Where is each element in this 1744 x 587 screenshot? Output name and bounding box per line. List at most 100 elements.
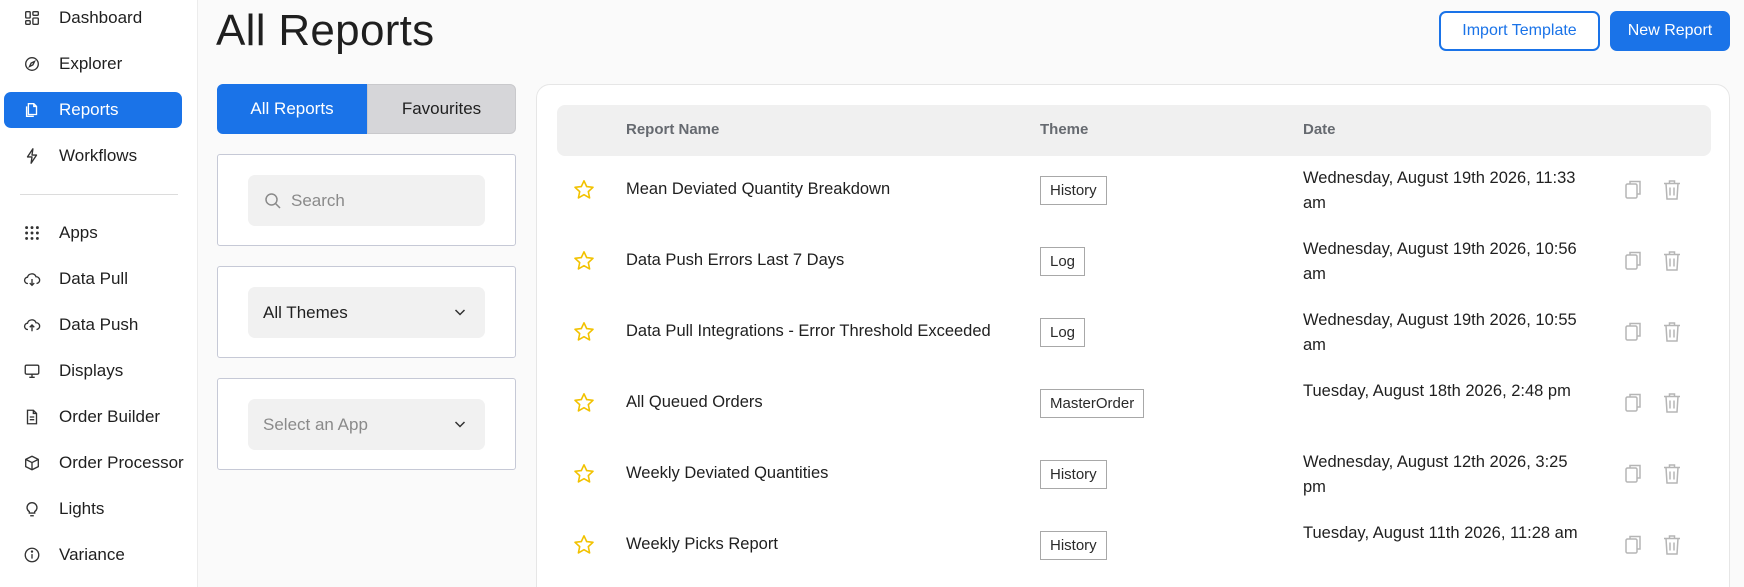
search-icon xyxy=(263,191,283,211)
chevron-down-icon xyxy=(453,305,467,319)
table-row[interactable]: Weekly Picks Report History Tuesday, Augus… xyxy=(537,511,1731,582)
page-title: All Reports xyxy=(216,6,435,55)
app-select-placeholder: Select an App xyxy=(263,414,368,434)
date-cell: Wednesday, August 19th 2026, 11:33 am xyxy=(1303,169,1576,212)
column-header-theme[interactable]: Theme xyxy=(1040,121,1088,138)
tab-favourites[interactable]: Favourites xyxy=(367,84,516,134)
sidebar-item-label: Workflows xyxy=(59,146,138,165)
column-header-date[interactable]: Date xyxy=(1303,121,1336,138)
theme-badge: History xyxy=(1040,531,1107,560)
search-input[interactable]: Search xyxy=(248,175,485,226)
report-name-cell[interactable]: Weekly Picks Report xyxy=(626,535,778,554)
import-template-button[interactable]: Import Template xyxy=(1439,11,1600,51)
sidebar-item-label: Data Push xyxy=(59,315,139,334)
app-filter-panel: Select an App xyxy=(217,378,516,470)
sidebar-item-explorer[interactable]: Explorer xyxy=(4,46,182,82)
sidebar-item-variance[interactable]: Variance xyxy=(4,537,182,573)
sidebar-item-data-pull[interactable]: Data Pull xyxy=(4,261,182,297)
monitor-icon xyxy=(22,361,42,381)
dashboard-icon xyxy=(22,8,42,28)
chevron-down-icon xyxy=(453,417,467,431)
report-name-cell[interactable]: Weekly Deviated Quantities xyxy=(626,464,828,483)
theme-badge: Log xyxy=(1040,247,1086,276)
sidebar-item-dashboard[interactable]: Dashboard xyxy=(4,0,182,36)
table-header: Report Name Theme Date xyxy=(557,105,1711,156)
copy-icon[interactable] xyxy=(1622,462,1644,486)
sidebar-item-label: Displays xyxy=(59,361,124,380)
trash-icon[interactable] xyxy=(1661,320,1683,344)
sidebar-item-label: Lights xyxy=(59,499,105,518)
trash-icon[interactable] xyxy=(1661,462,1683,486)
search-placeholder: Search xyxy=(291,190,345,210)
reports-table-card: Report Name Theme Date Mean Deviated Qua… xyxy=(536,84,1730,587)
theme-badge: History xyxy=(1040,460,1107,489)
sidebar-item-apps[interactable]: Apps xyxy=(4,215,182,251)
star-icon[interactable] xyxy=(572,320,596,344)
sidebar-item-label: Order Builder xyxy=(59,407,161,426)
trash-icon[interactable] xyxy=(1661,533,1683,557)
new-report-button[interactable]: New Report xyxy=(1610,11,1730,51)
date-cell: Tuesday, August 11th 2026, 11:28 am xyxy=(1303,524,1578,542)
theme-select[interactable]: All Themes xyxy=(248,287,485,338)
sidebar-item-reports[interactable]: Reports xyxy=(4,92,182,128)
table-row[interactable]: All Queued Orders MasterOrder Tuesday, Aug… xyxy=(537,369,1731,440)
trash-icon[interactable] xyxy=(1661,178,1683,202)
star-icon[interactable] xyxy=(572,178,596,202)
sidebar-item-workflows[interactable]: Workflows xyxy=(4,138,182,174)
trash-icon[interactable] xyxy=(1661,249,1683,273)
star-icon[interactable] xyxy=(572,391,596,415)
sidebar-item-lights[interactable]: Lights xyxy=(4,491,182,527)
copy-icon[interactable] xyxy=(1622,391,1644,415)
theme-filter-panel: All Themes xyxy=(217,266,516,358)
sidebar-item-data-push[interactable]: Data Push xyxy=(4,307,182,343)
table-row[interactable]: Weekly Deviated Quantities History Wednesd… xyxy=(537,440,1731,511)
copy-icon[interactable] xyxy=(1622,533,1644,557)
theme-select-value: All Themes xyxy=(263,302,348,322)
theme-badge: Log xyxy=(1040,318,1086,347)
trash-icon[interactable] xyxy=(1661,391,1683,415)
sidebar-item-order-processor[interactable]: Order Processor xyxy=(4,445,184,481)
reports-icon xyxy=(22,100,42,120)
date-cell: Tuesday, August 18th 2026, 2:48 pm xyxy=(1303,382,1571,400)
compass-icon xyxy=(22,54,42,74)
column-header-report-name[interactable]: Report Name xyxy=(626,121,719,138)
sidebar-item-label: Explorer xyxy=(59,54,123,73)
sidebar-item-displays[interactable]: Displays xyxy=(4,353,182,389)
cloud-download-icon xyxy=(22,269,42,289)
sidebar-item-label: Variance xyxy=(59,545,125,564)
copy-icon[interactable] xyxy=(1622,320,1644,344)
cloud-upload-icon xyxy=(22,315,42,335)
report-name-cell[interactable]: Data Push Errors Last 7 Days xyxy=(626,251,844,270)
report-name-cell[interactable]: All Queued Orders xyxy=(626,393,763,412)
star-icon[interactable] xyxy=(572,462,596,486)
table-row[interactable]: Data Push Errors Last 7 Days Log Wednesday… xyxy=(537,227,1731,298)
report-name-cell[interactable]: Mean Deviated Quantity Breakdown xyxy=(626,180,890,199)
date-cell: Wednesday, August 19th 2026, 10:56 am xyxy=(1303,240,1577,283)
sidebar-item-label: Reports xyxy=(59,100,119,119)
box-icon xyxy=(22,453,42,473)
date-cell: Wednesday, August 12th 2026, 3:25 pm xyxy=(1303,453,1568,496)
sidebar-item-order-builder[interactable]: Order Builder xyxy=(4,399,182,435)
lightbulb-icon xyxy=(22,499,42,519)
sidebar-item-label: Dashboard xyxy=(59,8,143,27)
info-icon xyxy=(22,545,42,565)
tab-all-reports[interactable]: All Reports xyxy=(217,84,367,134)
sidebar-item-label: Apps xyxy=(59,223,98,242)
star-icon[interactable] xyxy=(572,533,596,557)
apps-grid-icon xyxy=(22,223,42,243)
app-select[interactable]: Select an App xyxy=(248,399,485,450)
sidebar-divider xyxy=(20,194,178,195)
lightning-icon xyxy=(22,146,42,166)
table-row[interactable]: Mean Deviated Quantity Breakdown History W… xyxy=(537,156,1731,227)
table-row[interactable]: Data Pull Integrations - Error Threshold… xyxy=(537,298,1731,369)
theme-badge: History xyxy=(1040,176,1107,205)
copy-icon[interactable] xyxy=(1622,178,1644,202)
sidebar-item-label: Data Pull xyxy=(59,269,128,288)
copy-icon[interactable] xyxy=(1622,249,1644,273)
search-panel: Search xyxy=(217,154,516,246)
sidebar: Dashboard Explorer Reports Workflows App… xyxy=(0,0,198,587)
report-name-cell[interactable]: Data Pull Integrations - Error Threshold… xyxy=(626,322,991,341)
date-cell: Wednesday, August 19th 2026, 10:55 am xyxy=(1303,311,1577,354)
theme-badge: MasterOrder xyxy=(1040,389,1145,418)
star-icon[interactable] xyxy=(572,249,596,273)
